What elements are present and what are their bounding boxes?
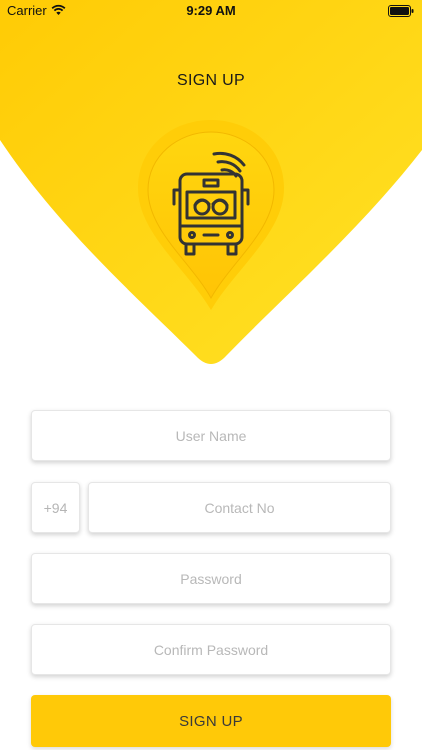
school-bus-pin-icon [138,120,284,310]
confirm-password-field[interactable] [31,624,391,675]
status-bar: Carrier 9:29 AM [0,0,422,22]
battery-icon [388,5,414,17]
country-code-field[interactable]: +94 [31,482,80,533]
username-field[interactable] [31,410,391,461]
password-input[interactable] [32,554,390,603]
contact-input[interactable] [89,483,390,532]
page-title: SIGN UP [177,72,245,89]
contact-field[interactable] [88,482,391,533]
country-code-label: +94 [43,499,68,516]
password-field[interactable] [31,553,391,604]
confirm-password-input[interactable] [32,625,390,674]
signup-button[interactable]: SIGN UP [31,695,391,747]
username-input[interactable] [32,411,390,460]
status-time: 9:29 AM [186,3,236,18]
